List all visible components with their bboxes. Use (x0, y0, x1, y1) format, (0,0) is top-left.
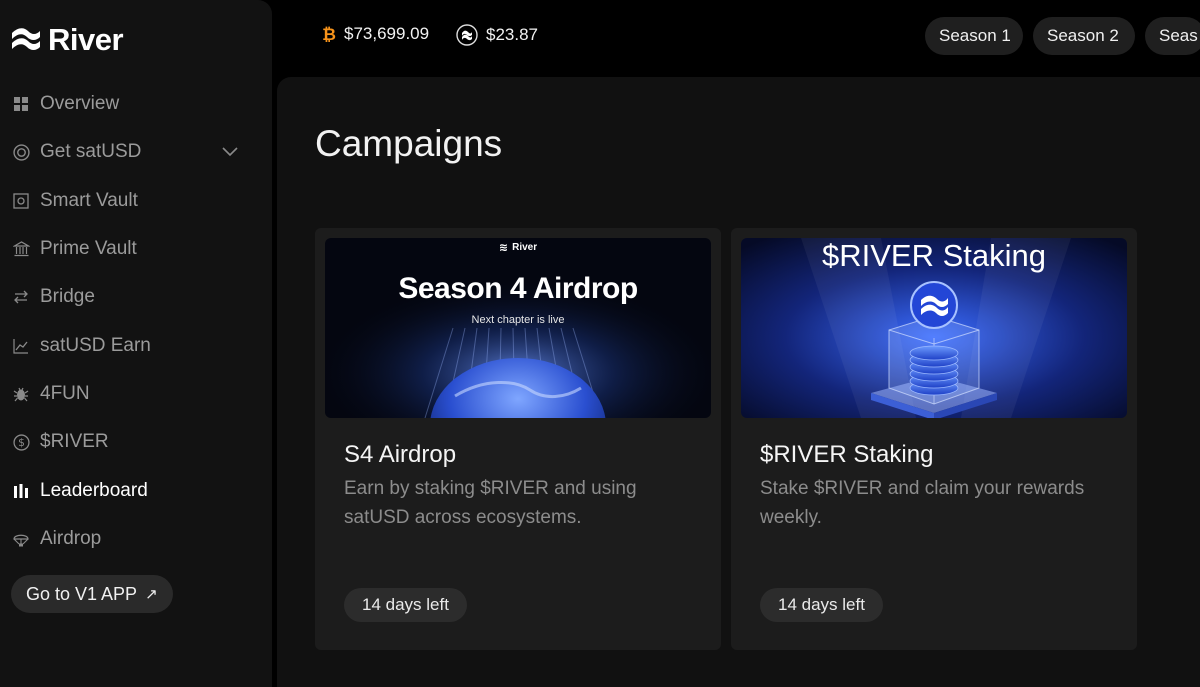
sidebar-nav: Overview Get satUSD Smart Vault Prime Va… (0, 80, 272, 563)
sidebar-item-label: $RIVER (40, 431, 109, 453)
satusd-token-icon (456, 24, 478, 46)
parachute-icon (12, 530, 30, 548)
sidebar-item-label: Get satUSD (40, 141, 142, 163)
chevron-down-icon[interactable] (222, 144, 238, 162)
campaign-title: S4 Airdrop (344, 441, 457, 468)
sidebar-item-label: Bridge (40, 286, 95, 308)
season-3-tab[interactable]: Seas (1145, 17, 1200, 55)
campaign-description: Stake $RIVER and claim your rewards week… (760, 478, 1085, 528)
btc-price: $73,699.09 (344, 24, 430, 43)
sidebar-item-bridge[interactable]: Bridge (0, 273, 272, 321)
campaign-banner-image: ≋ River Season 4 Airdrop Next chapter is… (325, 238, 711, 418)
banner-brand-name: River (512, 242, 538, 253)
campaign-banner-image: $RIVER Staking (741, 238, 1127, 418)
sidebar-item-label: Smart Vault (40, 189, 138, 211)
banner-headline: $RIVER Staking (822, 238, 1046, 273)
season-1-tab[interactable]: Season 1 (925, 17, 1023, 55)
sidebar-item-river[interactable]: $ $RIVER (0, 418, 272, 466)
banner-headline: Season 4 Airdrop (398, 272, 638, 305)
go-to-v1-app-label: Go to V1 APP (26, 583, 138, 604)
campaign-title: $RIVER Staking (760, 441, 934, 468)
sidebar-item-airdrop[interactable]: Airdrop (0, 515, 272, 563)
sidebar-item-overview[interactable]: Overview (0, 80, 272, 128)
satusd-price-ticker: $23.87 (456, 24, 538, 46)
sidebar-item-prime-vault[interactable]: Prime Vault (0, 225, 272, 273)
sidebar-item-label: Leaderboard (40, 479, 148, 501)
swap-arrows-icon (12, 288, 30, 306)
grid-icon (12, 95, 30, 113)
bank-icon (12, 240, 30, 258)
banner-subline: Next chapter is live (471, 314, 565, 326)
sidebar-item-label: Overview (40, 93, 120, 115)
dollar-circle-icon: $ (12, 433, 30, 451)
sidebar-item-leaderboard[interactable]: Leaderboard (0, 466, 272, 514)
svg-text:$: $ (18, 436, 25, 449)
bitcoin-icon: ₿ (322, 25, 336, 43)
season-2-tab[interactable]: Season 2 (1033, 17, 1135, 55)
sidebar-item-4fun[interactable]: 4FUN (0, 370, 272, 418)
bug-icon (12, 385, 30, 403)
river-logo-icon: ≋ (498, 242, 509, 254)
bars-icon (12, 482, 30, 500)
vault-icon (12, 192, 30, 210)
go-to-v1-app-button[interactable]: Go to V1 APP ↗ (11, 575, 173, 613)
brand-logo[interactable]: River (10, 22, 124, 58)
brand-name: River (48, 22, 124, 57)
campaign-card-river-staking[interactable]: $RIVER Staking $RIVER Staking Stake $RIV… (731, 228, 1137, 650)
banner-brand: ≋ River (325, 241, 711, 254)
chart-line-icon (12, 337, 30, 355)
days-left-badge: 14 days left (344, 588, 467, 622)
sidebar-item-label: Airdrop (40, 527, 102, 549)
sidebar-item-get-satusd[interactable]: Get satUSD (0, 128, 272, 176)
satusd-price: $23.87 (486, 25, 538, 44)
sidebar-item-label: 4FUN (40, 382, 90, 404)
arrow-up-right-icon: ↗ (145, 586, 158, 603)
target-icon (12, 143, 30, 161)
sidebar: River Overview Get satUSD Smart Vault Pr… (0, 0, 272, 687)
sidebar-item-smart-vault[interactable]: Smart Vault (0, 177, 272, 225)
sidebar-item-label: satUSD Earn (40, 334, 151, 356)
main-panel: Campaigns ≋ River Season 4 Airdrop Next … (277, 77, 1200, 687)
season-4-banner-graphic (325, 238, 711, 418)
sidebar-item-satusd-earn[interactable]: satUSD Earn (0, 321, 272, 369)
page-title: Campaigns (315, 123, 503, 164)
svg-text:₿: ₿ (322, 25, 336, 43)
river-logo-icon (12, 28, 40, 50)
sidebar-item-label: Prime Vault (40, 238, 137, 260)
days-left-badge: 14 days left (760, 588, 883, 622)
btc-price-ticker: ₿ $73,699.09 (322, 24, 429, 44)
campaign-card-s4-airdrop[interactable]: ≋ River Season 4 Airdrop Next chapter is… (315, 228, 721, 650)
campaign-description: Earn by staking $RIVER and using satUSD … (344, 478, 637, 528)
